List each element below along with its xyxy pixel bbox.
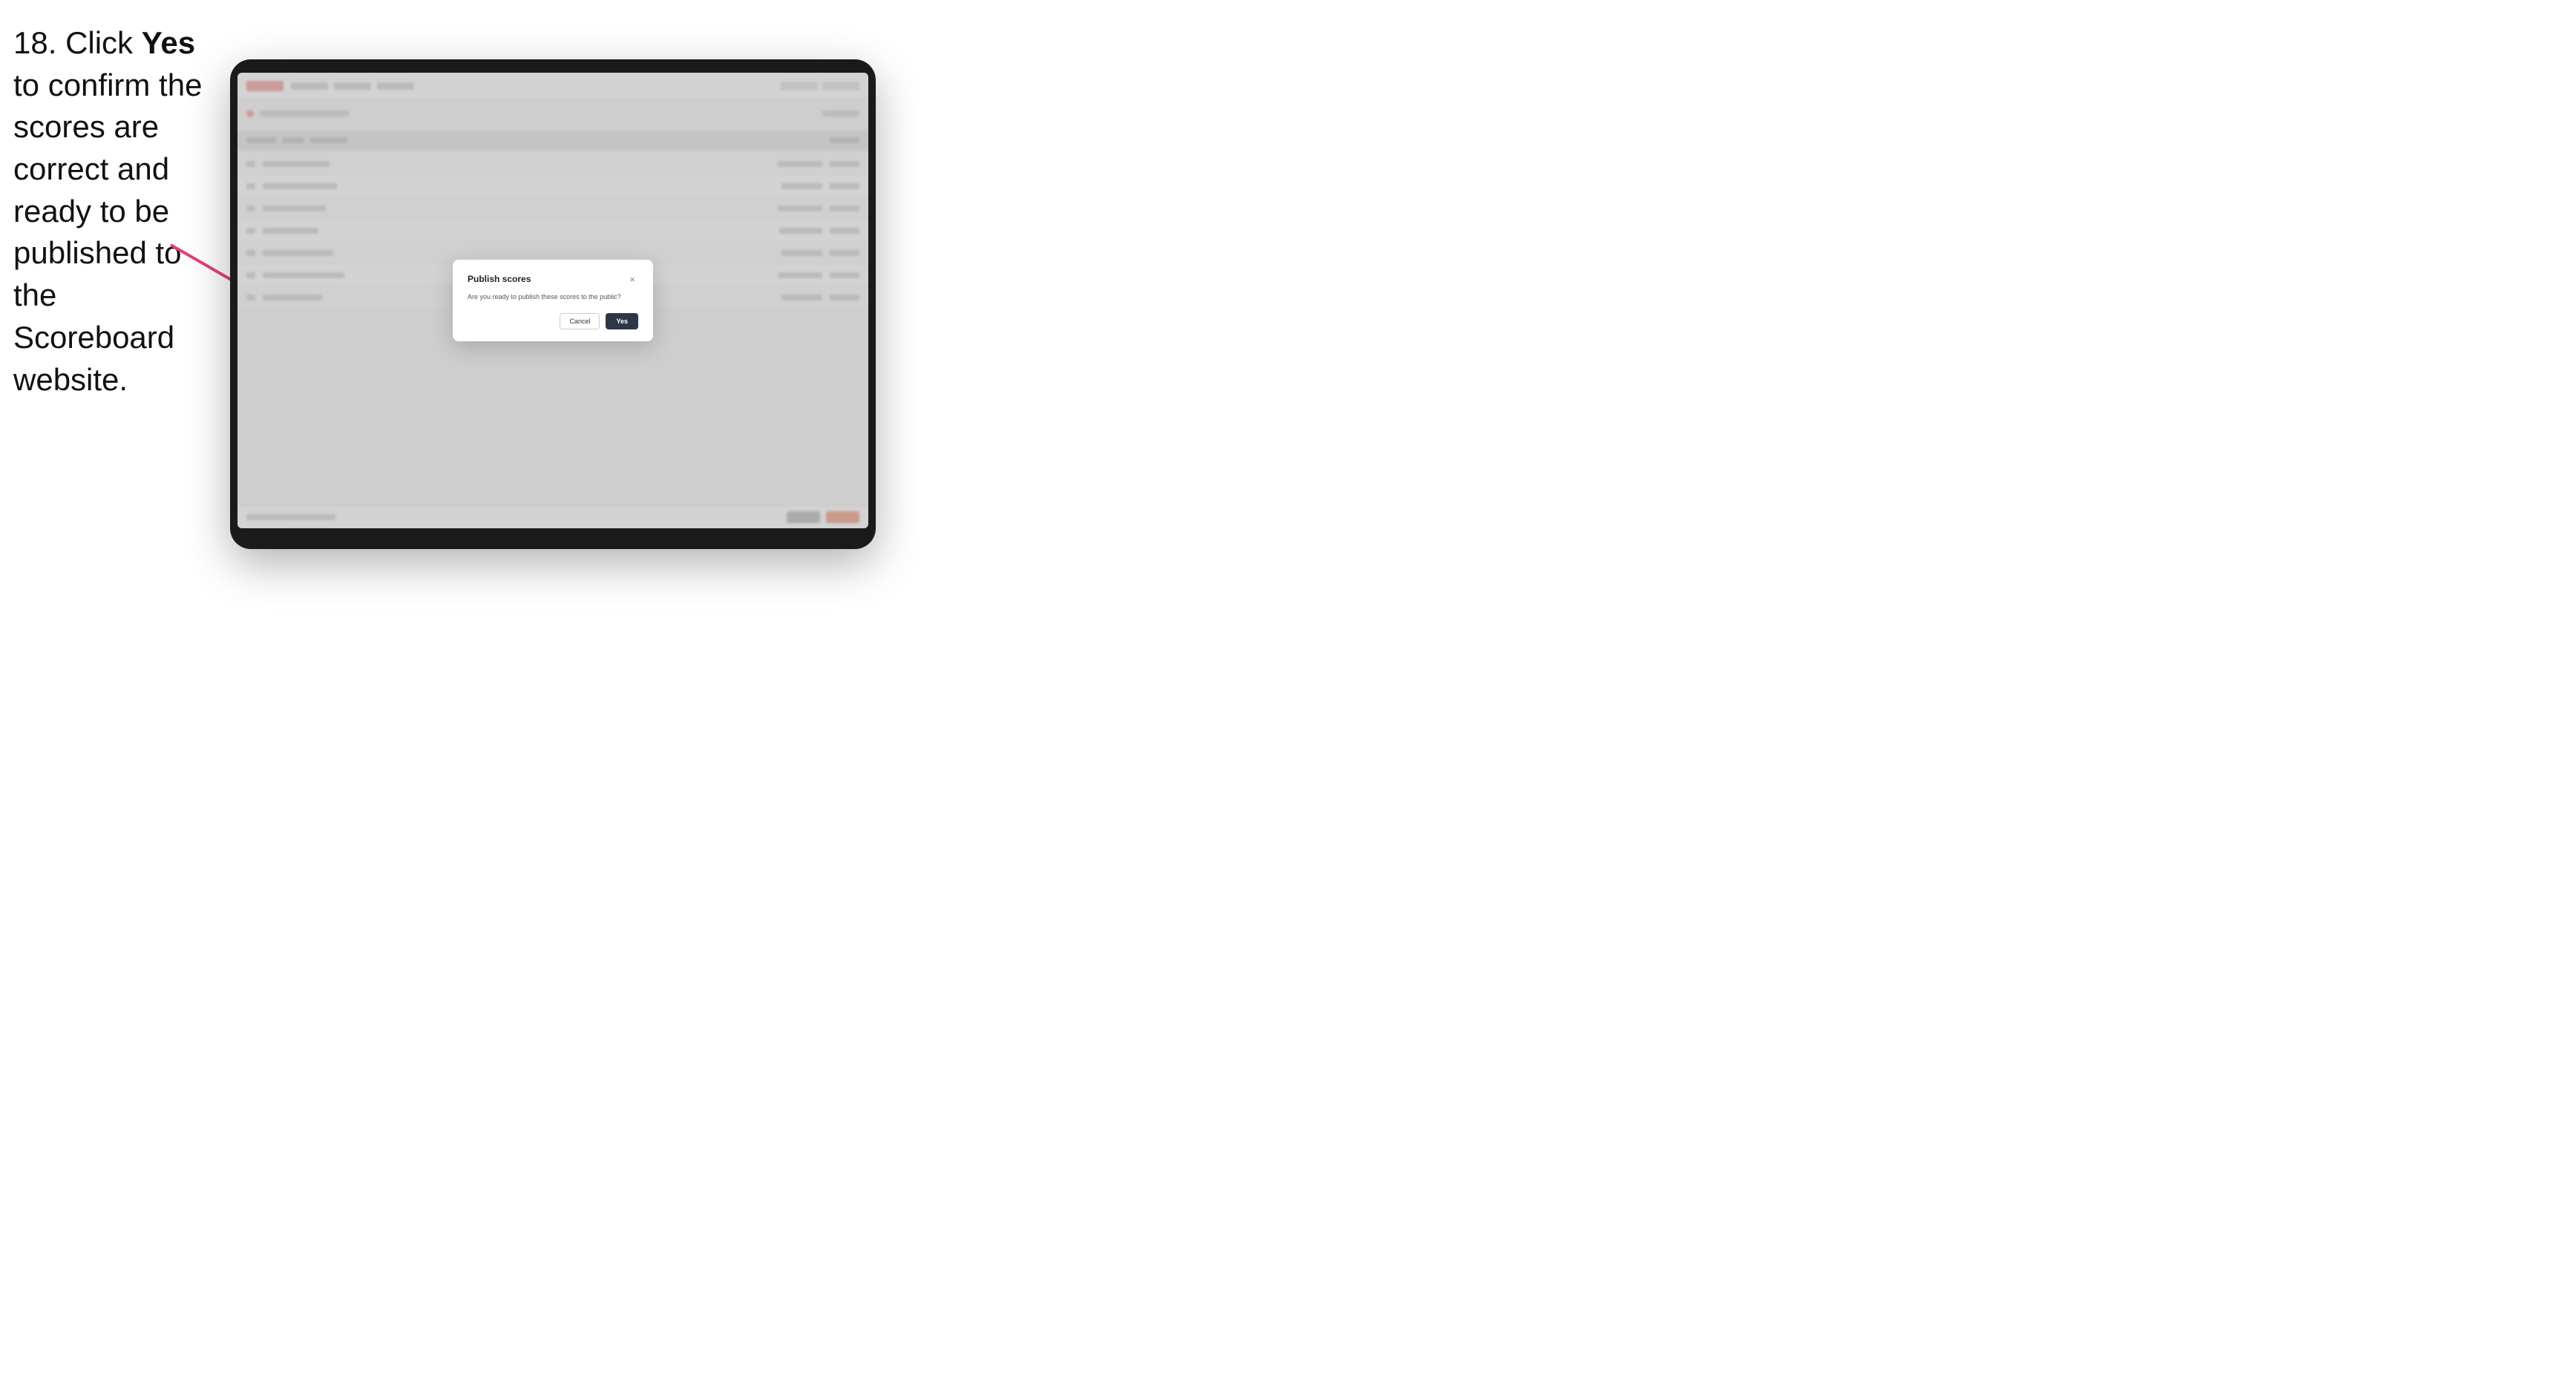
publish-scores-modal: Publish scores × Are you ready to publis…: [453, 260, 653, 341]
tablet-device: Publish scores × Are you ready to publis…: [230, 59, 876, 549]
yes-button[interactable]: Yes: [606, 313, 638, 329]
instruction-text: 18. Click Yes to confirm the scores are …: [13, 22, 221, 401]
modal-footer: Cancel Yes: [468, 313, 638, 329]
modal-body-text: Are you ready to publish these scores to…: [468, 292, 638, 303]
modal-overlay: Publish scores × Are you ready to publis…: [237, 73, 868, 528]
yes-emphasis: Yes: [142, 25, 195, 60]
instruction-suffix: to confirm the scores are correct and re…: [13, 68, 202, 397]
modal-close-button[interactable]: ×: [626, 273, 638, 285]
instruction-prefix: Click: [65, 25, 142, 60]
cancel-button[interactable]: Cancel: [560, 313, 600, 329]
modal-header: Publish scores ×: [468, 273, 638, 285]
step-number: 18.: [13, 25, 56, 60]
tablet-screen: Publish scores × Are you ready to publis…: [237, 73, 868, 528]
modal-title: Publish scores: [468, 274, 531, 284]
